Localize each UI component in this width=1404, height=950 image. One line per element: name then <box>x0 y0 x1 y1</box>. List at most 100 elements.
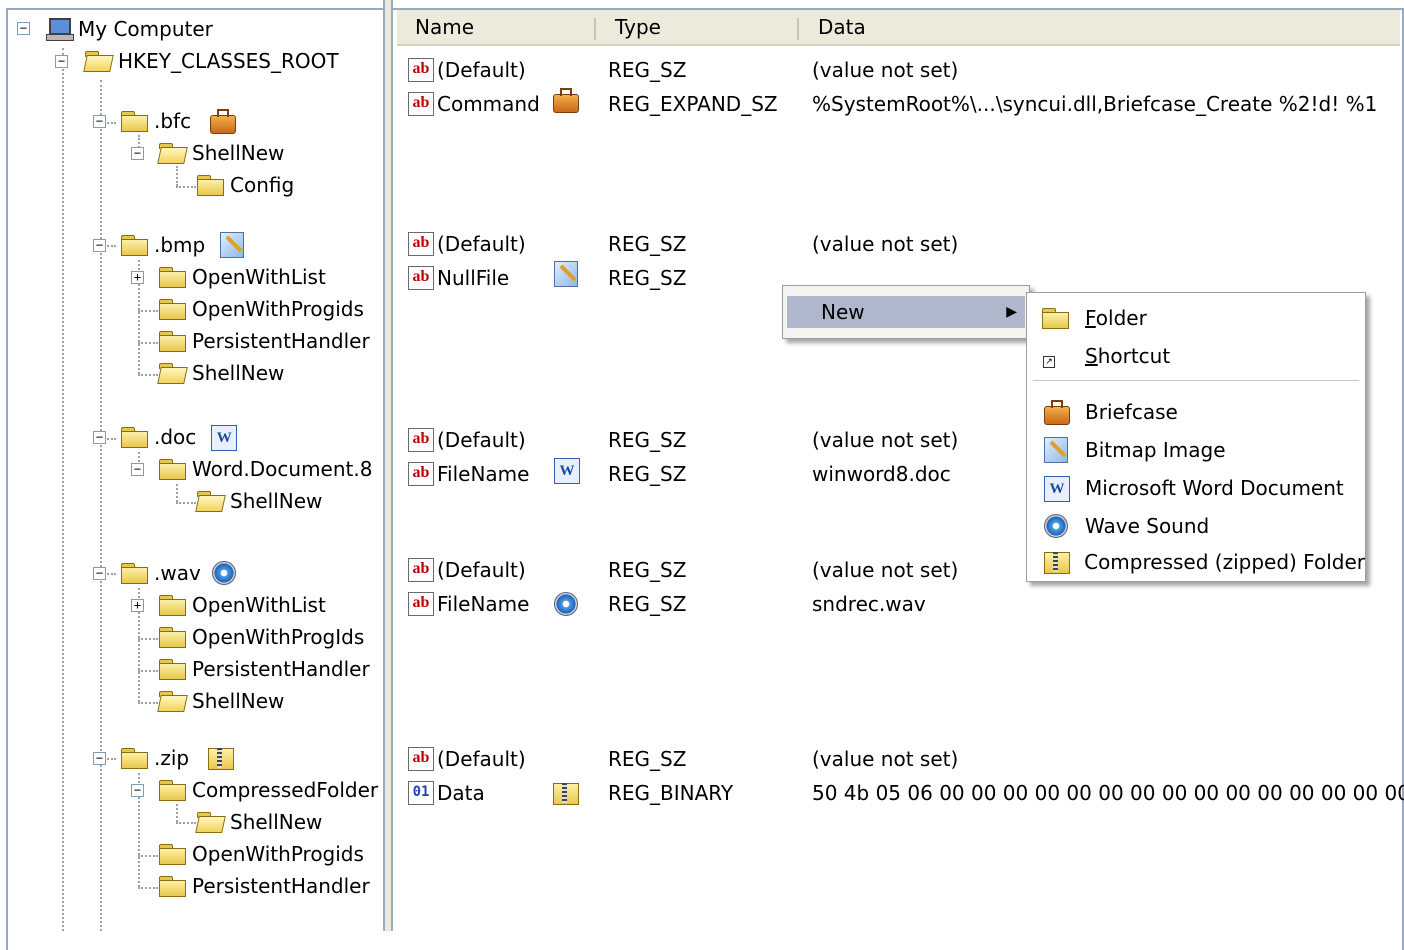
value-row[interactable]: (Default) <box>407 553 526 587</box>
value-type: REG_SZ <box>608 462 687 486</box>
value-row[interactable]: Command <box>407 87 540 121</box>
menu-item-word-document[interactable]: Microsoft Word Document <box>1027 471 1365 505</box>
tree-node-bfc-shellnew[interactable]: ShellNew <box>158 138 284 168</box>
registry-tree[interactable]: − My Computer − HKEY_CLASSES_ROOT − .bfc… <box>0 0 380 931</box>
folder-icon <box>120 426 148 448</box>
menu-item-label: hortcut <box>1097 344 1171 368</box>
collapse-wav-toggle[interactable]: − <box>93 567 106 580</box>
value-row[interactable]: (Default) <box>407 227 526 261</box>
collapse-zip-compressedfolder-toggle[interactable]: − <box>131 784 144 797</box>
column-header-data[interactable]: Data <box>800 10 1400 46</box>
tree-node-label: OpenWithList <box>192 265 326 289</box>
tree-node-label: .doc <box>154 425 197 449</box>
tree-node-wav[interactable]: .wav <box>120 558 239 588</box>
column-header-name[interactable]: Name <box>397 10 597 46</box>
collapse-bmp-toggle[interactable]: − <box>93 239 106 252</box>
menu-item-wave-sound[interactable]: Wave Sound <box>1027 509 1365 543</box>
tree-node-bfc[interactable]: .bfc <box>120 106 237 136</box>
tree-node-my-computer[interactable]: My Computer <box>46 14 213 44</box>
value-name: Command <box>437 92 540 116</box>
menu-item-label: Wave Sound <box>1085 514 1210 538</box>
tree-node-bmp-persistenthandler[interactable]: PersistentHandler <box>158 326 370 356</box>
folder-icon <box>158 266 186 288</box>
value-type: REG_SZ <box>608 58 687 82</box>
value-row[interactable]: FileName <box>407 587 529 621</box>
bitmap-icon <box>217 230 247 260</box>
briefcase-icon <box>1041 397 1071 427</box>
value-row[interactable]: FileName <box>407 457 529 491</box>
menu-item-new[interactable]: New ▶ <box>787 296 1025 328</box>
tree-node-wav-openwithprogids[interactable]: OpenWithProgIds <box>158 622 364 652</box>
tree-node-zip-shellnew[interactable]: ShellNew <box>196 807 322 837</box>
collapse-bfc-toggle[interactable]: − <box>93 115 106 128</box>
tree-node-wav-openwithlist[interactable]: OpenWithList <box>158 590 326 620</box>
tree-node-bmp-shellnew[interactable]: ShellNew <box>158 358 284 388</box>
value-type: REG_SZ <box>608 428 687 452</box>
tree-node-label: ShellNew <box>192 141 285 165</box>
string-value-icon <box>407 556 437 584</box>
string-value-icon <box>407 590 437 618</box>
collapse-my-computer-toggle[interactable]: − <box>17 22 30 35</box>
tree-node-zip-openwithprogids[interactable]: OpenWithProgids <box>158 839 364 869</box>
tree-node-hkey-classes-root[interactable]: HKEY_CLASSES_ROOT <box>84 46 339 76</box>
value-type: REG_SZ <box>608 232 687 256</box>
value-row[interactable]: (Default) <box>407 423 526 457</box>
string-value-icon <box>407 745 437 773</box>
word-document-icon <box>551 455 581 485</box>
expand-wav-openwithlist-toggle[interactable]: + <box>131 599 144 612</box>
menu-item-compressed-folder[interactable]: Compressed (zipped) Folder <box>1027 545 1365 579</box>
value-row[interactable]: NullFile <box>407 261 509 295</box>
tree-node-label: .zip <box>154 746 190 770</box>
collapse-hkcr-toggle[interactable]: − <box>55 55 68 68</box>
submenu-arrow-icon: ▶ <box>1006 304 1017 320</box>
tree-node-bmp-openwithprogids[interactable]: OpenWithProgids <box>158 294 364 324</box>
column-header-label: Data <box>818 15 866 39</box>
shortcut-icon: ↗ <box>1043 356 1055 368</box>
menu-item-briefcase[interactable]: Briefcase <box>1027 395 1365 429</box>
open-folder-icon <box>196 811 224 833</box>
menu-item-bitmap-image[interactable]: Bitmap Image <box>1027 433 1365 467</box>
tree-node-bfc-config[interactable]: Config <box>196 170 294 200</box>
tree-node-wav-shellnew[interactable]: ShellNew <box>158 686 284 716</box>
tree-node-wav-persistenthandler[interactable]: PersistentHandler <box>158 654 370 684</box>
tree-node-doc[interactable]: .doc <box>120 422 238 452</box>
tree-node-zip[interactable]: .zip <box>120 743 235 773</box>
value-data: sndrec.wav <box>812 592 926 616</box>
value-row[interactable]: (Default) <box>407 53 526 87</box>
tree-node-label: Word.Document.8 <box>192 457 373 481</box>
collapse-bfc-shellnew-toggle[interactable]: − <box>131 147 144 160</box>
menu-item-folder[interactable]: Folder <box>1027 301 1365 335</box>
collapse-zip-toggle[interactable]: − <box>93 752 106 765</box>
string-value-icon <box>407 264 437 292</box>
wave-sound-icon <box>551 589 581 619</box>
tree-node-bmp-openwithlist[interactable]: OpenWithList <box>158 262 326 292</box>
briefcase-icon <box>207 106 237 136</box>
tree-node-word-document-8[interactable]: Word.Document.8 <box>158 454 372 484</box>
value-name: (Default) <box>437 747 526 771</box>
pane-splitter[interactable] <box>383 0 393 931</box>
value-row[interactable]: Data <box>407 776 485 810</box>
zip-folder-icon <box>205 743 235 773</box>
collapse-doc-word-toggle[interactable]: − <box>131 463 144 476</box>
folder-icon <box>158 658 186 680</box>
value-name: FileName <box>437 462 530 486</box>
tree-node-bmp[interactable]: .bmp <box>120 230 247 260</box>
tree-node-doc-shellnew[interactable]: ShellNew <box>196 486 322 516</box>
value-row[interactable]: (Default) <box>407 742 526 776</box>
value-name: (Default) <box>437 232 526 256</box>
folder-icon <box>120 234 148 256</box>
folder-icon <box>1041 307 1069 329</box>
tree-node-zip-persistenthandler[interactable]: PersistentHandler <box>158 871 370 901</box>
collapse-doc-toggle[interactable]: − <box>93 431 106 444</box>
tree-node-label: ShellNew <box>192 361 285 385</box>
column-header-type[interactable]: Type <box>597 10 800 46</box>
menu-item-label: New <box>821 300 865 324</box>
value-data: winword8.doc <box>812 462 951 486</box>
expand-bmp-openwithlist-toggle[interactable]: + <box>131 271 144 284</box>
value-name: (Default) <box>437 558 526 582</box>
briefcase-icon <box>550 85 580 115</box>
tree-node-compressedfolder[interactable]: CompressedFolder <box>158 775 378 805</box>
menu-item-shortcut[interactable]: ↗ Shortcut <box>1027 339 1365 373</box>
folder-icon <box>158 298 186 320</box>
tree-node-label: PersistentHandler <box>192 657 370 681</box>
